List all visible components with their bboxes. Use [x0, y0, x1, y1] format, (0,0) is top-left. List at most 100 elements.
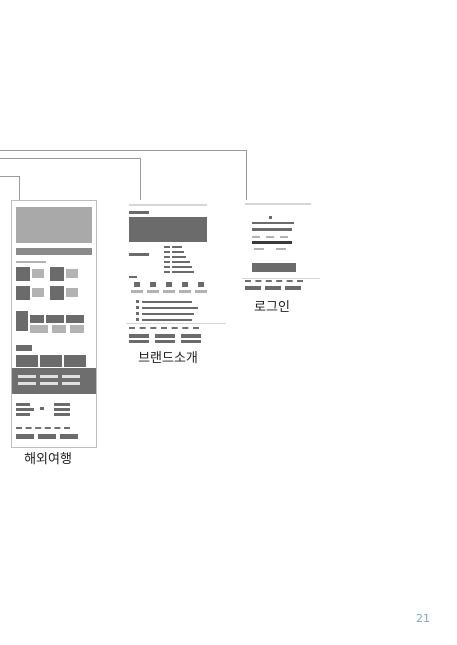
list-block: [54, 403, 70, 406]
icon-item: [134, 282, 140, 287]
feature-block: [46, 315, 64, 323]
tab-item: [64, 355, 86, 367]
footer-link: [181, 340, 201, 343]
band-item: [62, 382, 80, 385]
footer-link: [181, 334, 201, 338]
bullet: [136, 318, 139, 321]
login-option: [252, 236, 260, 238]
info-line: [172, 251, 184, 253]
footer-divider: [245, 280, 303, 283]
caption-travel: 해외여행: [24, 452, 72, 467]
divider: [242, 278, 320, 279]
login-page-thumbnail: [242, 200, 320, 296]
info-line: [164, 266, 170, 268]
icon-text: [179, 290, 191, 293]
icon-item: [182, 282, 188, 287]
footer-link: [155, 334, 175, 338]
list-block: [16, 413, 30, 416]
band-item: [40, 382, 58, 385]
bullet-line: [142, 301, 192, 303]
icon-text: [195, 290, 207, 293]
info-line: [172, 266, 192, 268]
card-image: [16, 286, 30, 300]
band-item: [18, 382, 36, 385]
footer-link: [129, 334, 149, 338]
login-option: [266, 236, 274, 238]
info-line: [164, 246, 170, 248]
icon-text: [163, 290, 175, 293]
footer-link: [285, 286, 301, 290]
bullet: [136, 300, 139, 303]
info-line: [164, 271, 170, 273]
feature-block: [30, 315, 44, 323]
footer-link: [16, 434, 34, 439]
list-block: [54, 408, 70, 411]
card-text: [32, 269, 44, 278]
login-icon: [269, 216, 272, 219]
join-button: [252, 263, 296, 272]
connector-top-drop: [246, 150, 247, 200]
card-image: [50, 267, 64, 281]
travel-page-thumbnail: [11, 200, 97, 448]
list-block: [40, 407, 44, 410]
footer-link: [265, 286, 281, 290]
tab-bar: [16, 345, 32, 351]
card-text: [66, 269, 78, 278]
band-item: [18, 375, 36, 378]
page-header: [129, 211, 149, 214]
connector-low-drop: [19, 176, 20, 200]
footer-link: [38, 434, 56, 439]
list-block: [16, 403, 30, 406]
login-option: [280, 236, 288, 238]
top-nav: [245, 203, 311, 205]
info-line: [172, 246, 182, 248]
info-line: [164, 256, 170, 258]
caption-brand: 브랜드소개: [138, 351, 198, 366]
connector-low: [0, 176, 20, 177]
login-button: [252, 241, 292, 244]
bullet: [136, 312, 139, 315]
tab-item: [40, 355, 62, 367]
feature-block: [16, 311, 28, 331]
login-field: [252, 228, 292, 231]
feature-text: [30, 325, 48, 333]
hero-image: [129, 217, 207, 242]
icon-text: [147, 290, 159, 293]
icon-item: [150, 282, 156, 287]
label-line: [16, 261, 46, 263]
card-text: [66, 288, 78, 297]
connector-mid-drop: [140, 158, 141, 200]
footer-divider: [16, 427, 70, 430]
tab-item: [16, 355, 38, 367]
top-nav: [129, 204, 207, 206]
info-label: [129, 253, 149, 256]
login-title: [252, 222, 294, 224]
feature-text: [52, 325, 66, 333]
page-number: 21: [416, 612, 430, 625]
dark-band: [12, 368, 96, 394]
info-line: [164, 251, 170, 253]
login-link: [276, 248, 286, 250]
section-bar: [16, 248, 92, 255]
brand-page-thumbnail: [126, 200, 226, 346]
card-text: [32, 288, 44, 297]
icon-item: [198, 282, 204, 287]
feature-block: [66, 315, 84, 323]
bullet-line: [142, 307, 198, 309]
footer-link: [60, 434, 78, 439]
info-line: [172, 256, 186, 258]
band-item: [40, 375, 58, 378]
login-link: [254, 248, 264, 250]
divider: [126, 323, 226, 324]
bullet-line: [142, 319, 192, 321]
caption-login: 로그인: [254, 300, 290, 315]
icon-text: [131, 290, 143, 293]
connector-mid: [0, 158, 141, 159]
info-line: [172, 271, 194, 273]
footer-link: [245, 286, 261, 290]
list-block: [54, 413, 70, 416]
band-item: [62, 375, 80, 378]
info-line: [172, 261, 190, 263]
icon-item: [166, 282, 172, 287]
connector-top: [0, 150, 247, 151]
